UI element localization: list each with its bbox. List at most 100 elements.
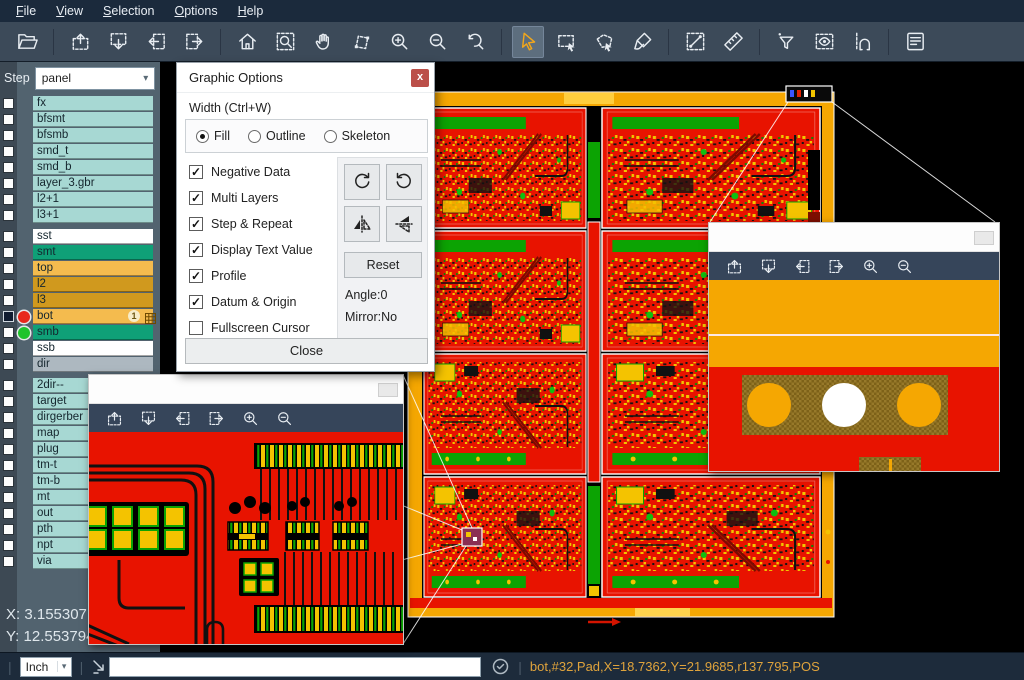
layer-visibility-checkbox[interactable] xyxy=(3,98,14,109)
reset-button[interactable]: Reset xyxy=(344,252,422,278)
magnifier-content[interactable] xyxy=(709,280,999,471)
pan-down-button[interactable] xyxy=(135,406,161,430)
layer-row-layer_3.gbr[interactable]: layer_3.gbr xyxy=(0,176,160,192)
layer-visibility-checkbox[interactable] xyxy=(3,247,14,258)
layer-visibility-checkbox[interactable] xyxy=(3,311,14,322)
pan-hand-button[interactable] xyxy=(307,26,339,58)
option-step-repeat[interactable]: ✓Step & Repeat xyxy=(189,211,334,237)
layer-visibility-checkbox[interactable] xyxy=(3,231,14,242)
view-options-button[interactable] xyxy=(808,26,840,58)
layer-label[interactable]: sst xyxy=(33,229,153,244)
layer-label[interactable]: smt xyxy=(33,245,153,260)
checkbox-icon[interactable]: ✓ xyxy=(189,191,203,205)
layer-row-l2[interactable]: l2 xyxy=(0,277,160,293)
layer-visibility-checkbox[interactable] xyxy=(3,114,14,125)
layer-visibility-checkbox[interactable] xyxy=(3,524,14,535)
layer-visibility-checkbox[interactable] xyxy=(3,359,14,370)
layer-visibility-checkbox[interactable] xyxy=(3,210,14,221)
measure-distance-button[interactable] xyxy=(679,26,711,58)
checkbox-icon[interactable]: ✓ xyxy=(189,243,203,257)
pan-right-button[interactable] xyxy=(203,406,229,430)
layer-label[interactable]: dir xyxy=(33,357,153,372)
layer-row-smd_t[interactable]: smd_t xyxy=(0,144,160,160)
radio-circle-icon[interactable] xyxy=(196,130,209,143)
checkbox-icon[interactable]: ✓ xyxy=(189,165,203,179)
report-button[interactable] xyxy=(899,26,931,58)
select-polygon-button[interactable] xyxy=(588,26,620,58)
layer-label[interactable]: smd_b xyxy=(33,160,153,175)
dialog-title-bar[interactable]: Graphic Options x xyxy=(177,63,434,93)
option-datum-origin[interactable]: ✓Datum & Origin xyxy=(189,289,334,315)
layer-row-l3+1[interactable]: l3+1 xyxy=(0,208,160,224)
layer-visibility-checkbox[interactable] xyxy=(3,130,14,141)
pan-up-button[interactable] xyxy=(721,254,747,278)
step-select[interactable]: panel ▾ xyxy=(35,67,155,90)
layer-visibility-checkbox[interactable] xyxy=(3,476,14,487)
layer-visibility-checkbox[interactable] xyxy=(3,396,14,407)
menu-help[interactable]: Help xyxy=(228,2,274,20)
layer-visibility-checkbox[interactable] xyxy=(3,279,14,290)
checkbox-icon[interactable]: ✓ xyxy=(189,295,203,309)
layer-visibility-checkbox[interactable] xyxy=(3,444,14,455)
layer-label[interactable]: bfsmt xyxy=(33,112,153,127)
checkbox-icon[interactable] xyxy=(189,321,203,335)
radio-circle-icon[interactable] xyxy=(248,130,261,143)
flip-vertical-button[interactable] xyxy=(386,206,422,242)
pan-left-button[interactable] xyxy=(789,254,815,278)
menu-options[interactable]: Options xyxy=(164,2,227,20)
grid-icon[interactable] xyxy=(145,311,156,322)
pan-right-button[interactable] xyxy=(823,254,849,278)
pan-left-button[interactable] xyxy=(169,406,195,430)
zoom-in-button[interactable] xyxy=(857,254,883,278)
zoom-window-button[interactable] xyxy=(269,26,301,58)
magnifier-title-bar[interactable] xyxy=(89,375,403,404)
magnifier-title-bar[interactable] xyxy=(709,223,999,252)
menu-view[interactable]: View xyxy=(46,2,93,20)
select-rect-button[interactable] xyxy=(550,26,582,58)
magnifier-content[interactable] xyxy=(89,432,403,644)
layer-visibility-checkbox[interactable] xyxy=(3,492,14,503)
layer-visibility-checkbox[interactable] xyxy=(3,540,14,551)
layer-row-l3[interactable]: l3 xyxy=(0,293,160,309)
layer-row-ssb[interactable]: ssb xyxy=(0,341,160,357)
layer-label[interactable]: l3 xyxy=(33,293,153,308)
layer-visibility-checkbox[interactable] xyxy=(3,508,14,519)
option-multi-layers[interactable]: ✓Multi Layers xyxy=(189,185,334,211)
zoom-in-button[interactable] xyxy=(237,406,263,430)
window-button[interactable] xyxy=(378,383,398,397)
layer-row-l2+1[interactable]: l2+1 xyxy=(0,192,160,208)
layer-visibility-checkbox[interactable] xyxy=(3,460,14,471)
unit-select[interactable]: Inch ▾ xyxy=(20,657,72,677)
layer-label[interactable]: l3+1 xyxy=(33,208,153,223)
layer-label[interactable]: smb xyxy=(33,325,153,340)
checkbox-icon[interactable]: ✓ xyxy=(189,217,203,231)
option-display-text-value[interactable]: ✓Display Text Value xyxy=(189,237,334,263)
layer-row-bfsmt[interactable]: bfsmt xyxy=(0,112,160,128)
close-button[interactable]: Close xyxy=(185,338,428,364)
flip-horizontal-button[interactable] xyxy=(344,206,380,242)
layer-row-top[interactable]: top xyxy=(0,261,160,277)
layer-label[interactable]: smd_t xyxy=(33,144,153,159)
layer-row-bot[interactable]: bot1 xyxy=(0,309,160,325)
measure-polygon-button[interactable] xyxy=(345,26,377,58)
pan-right-button[interactable] xyxy=(178,26,210,58)
rotate-ccw-button[interactable] xyxy=(386,164,422,200)
layer-visibility-checkbox[interactable] xyxy=(3,380,14,391)
layer-visibility-checkbox[interactable] xyxy=(3,295,14,306)
open-file-button[interactable] xyxy=(11,26,43,58)
layer-visibility-checkbox[interactable] xyxy=(3,556,14,567)
layer-row-sst[interactable]: sst xyxy=(0,229,160,245)
layer-visibility-checkbox[interactable] xyxy=(3,343,14,354)
clear-brush-button[interactable] xyxy=(626,26,658,58)
option-profile[interactable]: ✓Profile xyxy=(189,263,334,289)
sync-icon[interactable] xyxy=(491,657,510,676)
layer-label[interactable]: layer_3.gbr xyxy=(33,176,153,191)
select-cursor-button[interactable] xyxy=(512,26,544,58)
radio-skeleton[interactable]: Skeleton xyxy=(324,129,399,143)
zoom-out-button[interactable] xyxy=(421,26,453,58)
layer-row-fx[interactable]: fx xyxy=(0,96,160,112)
close-icon[interactable]: x xyxy=(411,69,429,87)
layer-visibility-checkbox[interactable] xyxy=(3,327,14,338)
zoom-out-button[interactable] xyxy=(891,254,917,278)
layer-visibility-checkbox[interactable] xyxy=(3,178,14,189)
